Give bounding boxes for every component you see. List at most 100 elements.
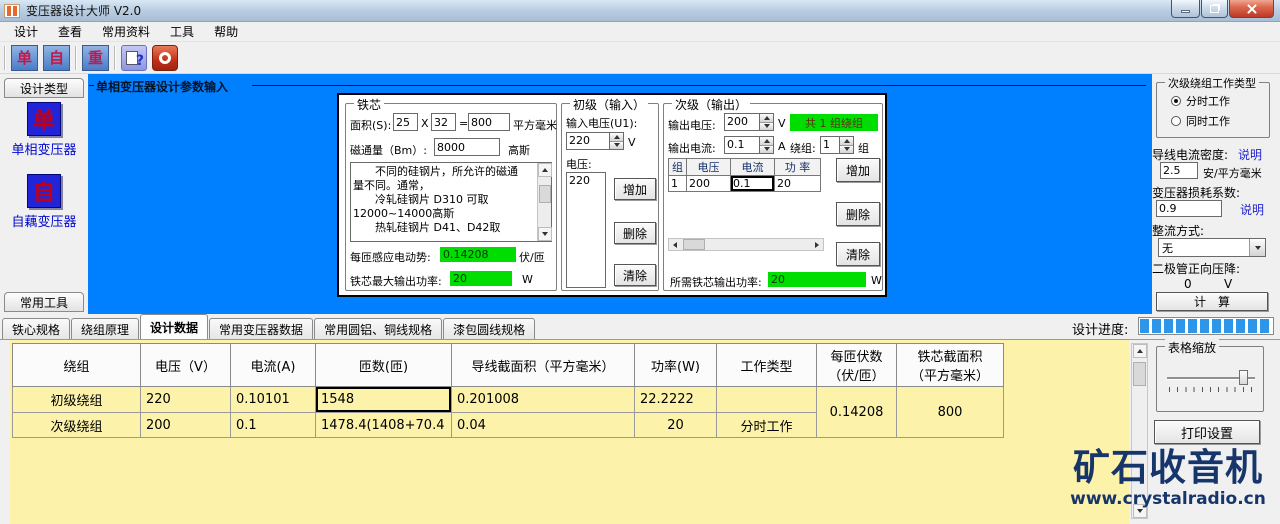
spin-up-icon[interactable] [760,114,773,123]
col-volts-per-turn: 每匝伏数 （伏/匝） [816,343,897,387]
core-group: 铁芯 面积(S): X = 平方毫米 磁通量（Bm）: 高斯 不同的硅钢片，所允… [345,96,557,291]
current-density-unit: 安/平方毫米 [1203,167,1262,180]
selected-cell[interactable]: 1548 [315,386,452,413]
close-button[interactable] [1229,0,1274,18]
single-phase-transformer-label[interactable]: 单相变压器 [2,139,86,158]
spin-down-icon[interactable] [760,145,773,153]
core-area-label: 面积(S): [350,119,392,132]
calculate-button[interactable]: 计 算 [1156,292,1268,311]
spin-up-icon[interactable] [840,137,853,146]
sidebar-footer-common-tools[interactable]: 常用工具 [4,292,84,312]
input-voltage-spinner[interactable]: 220 [566,132,624,150]
help-icon[interactable]: ? [121,44,147,71]
print-settings-button[interactable]: 打印设置 [1154,420,1260,444]
worktype-option-timeshare[interactable]: 分时工作 [1171,93,1230,109]
rectifier-label: 整流方式: [1152,224,1205,238]
scrollbar-thumb[interactable] [683,239,705,250]
rectifier-select[interactable]: 无 [1158,238,1266,257]
spin-up-icon[interactable] [760,137,773,146]
primary-delete-button[interactable]: 删除 [614,222,656,244]
worktype-legend: 次级绕组工作类型 [1165,75,1259,91]
merged-volts-per-turn-cell[interactable]: 0.14208 [816,386,897,438]
output-voltage-unit: V [778,117,786,130]
selected-grid-cell[interactable]: 0.1 [730,175,775,192]
single-phase-transformer-icon[interactable]: 单 [27,102,61,136]
winding-count-spinner[interactable]: 1 [820,136,854,154]
info-box-scrollbar[interactable] [537,163,552,241]
redesign-tool-button[interactable]: 重 [82,44,109,71]
voltage-list-item[interactable]: 220 [569,174,603,187]
zoom-slider-handle[interactable] [1239,370,1248,385]
scroll-up-icon[interactable] [1132,344,1147,358]
table-vertical-scrollbar[interactable] [1131,343,1148,519]
current-density-input[interactable] [1160,162,1198,179]
secondary-clear-button[interactable]: 清除 [836,242,880,266]
spin-up-icon[interactable] [610,133,623,142]
tab-common-transformer-data[interactable]: 常用变压器数据 [209,318,314,339]
restore-button[interactable] [1201,0,1228,18]
scroll-down-icon[interactable] [537,227,552,241]
core-area-height-input[interactable] [431,113,456,131]
scroll-left-icon[interactable] [669,239,681,250]
scroll-down-icon[interactable] [1132,504,1147,518]
auto-transformer-tool-button[interactable]: 自 [43,44,70,71]
chevron-down-icon[interactable] [1249,239,1265,256]
tab-design-data[interactable]: 设计数据 [140,314,209,339]
current-density-label: 导线电流密度: [1152,148,1229,162]
menu-design[interactable]: 设计 [4,21,48,42]
current-density-help-link[interactable]: 说明 [1238,146,1262,163]
output-current-spinner[interactable]: 0.1 [724,136,774,154]
menu-tools[interactable]: 工具 [160,21,204,42]
scrollbar-thumb[interactable] [1133,362,1146,386]
max-power-value: 20 [450,271,512,286]
sidebar-header-design-type[interactable]: 设计类型 [4,78,84,98]
core-area-total-input[interactable] [468,113,510,131]
emf-unit-label: 伏/匝 [519,251,545,264]
tab-core-specs[interactable]: 铁心规格 [2,318,71,339]
flux-label: 磁通量（Bm）: [350,144,427,157]
spin-down-icon[interactable] [760,122,773,130]
auto-transformer-label[interactable]: 自藕变压器 [2,211,86,230]
single-phase-tool-button[interactable]: 单 [11,44,38,71]
primary-clear-button[interactable]: 清除 [614,264,656,286]
table-zoom-group: 表格缩放 [1156,339,1264,412]
merged-core-area-cell[interactable]: 800 [896,386,1004,438]
scroll-up-icon[interactable] [537,163,552,177]
spin-down-icon[interactable] [610,141,623,149]
steel-sheet-info-box[interactable]: 不同的硅钢片，所允许的磁通 量不同。通常， 冷轧硅钢片 D310 可取 1200… [350,162,552,242]
menu-help[interactable]: 帮助 [204,21,248,42]
tab-enamel-wire-specs[interactable]: 漆包圆线规格 [443,318,536,339]
emf-value: 0.14208 [440,247,516,262]
minimize-icon [1181,10,1190,13]
window-title: 变压器设计大师 V2.0 [26,4,142,18]
exit-power-icon[interactable] [152,44,178,71]
loss-factor-input[interactable] [1156,200,1222,217]
menu-view[interactable]: 查看 [48,21,92,42]
grid-horizontal-scrollbar[interactable] [668,238,824,251]
secondary-delete-button[interactable]: 删除 [836,202,880,226]
loss-factor-label: 变压器损耗系数: [1152,186,1241,200]
required-power-value: 20 [768,272,866,287]
menu-reference[interactable]: 常用资料 [92,21,160,42]
primary-group: 初级（输入） 输入电压(U1): 220 V 电压: 220 增加 删除 清除 [561,96,659,291]
auto-transformer-icon[interactable]: 自 [27,174,61,208]
loss-factor-help-link[interactable]: 说明 [1240,201,1264,218]
output-voltage-spinner[interactable]: 200 [724,113,774,131]
minimize-button[interactable] [1171,0,1200,18]
secondary-add-button[interactable]: 增加 [836,158,880,182]
core-area-width-input[interactable] [393,113,418,131]
secondary-group-legend: 次级（输出） [672,96,751,113]
worktype-group: 次级绕组工作类型 分时工作 同时工作 [1156,75,1270,138]
voltage-listbox[interactable]: 220 [566,172,606,288]
tab-winding-principle[interactable]: 绕组原理 [71,318,140,339]
scroll-right-icon[interactable] [811,239,823,250]
spin-down-icon[interactable] [840,145,853,153]
tab-wire-specs[interactable]: 常用圆铝、铜线规格 [314,318,443,339]
primary-add-button[interactable]: 增加 [614,178,656,200]
scrollbar-thumb[interactable] [538,185,551,203]
flux-input[interactable] [434,138,500,156]
col-voltage: 电压（V） [140,343,231,387]
progress-label: 设计进度: [1072,323,1129,338]
worktype-option-simultaneous[interactable]: 同时工作 [1171,113,1230,129]
workspace-group-title: 单相变压器设计参数输入 [96,80,229,94]
